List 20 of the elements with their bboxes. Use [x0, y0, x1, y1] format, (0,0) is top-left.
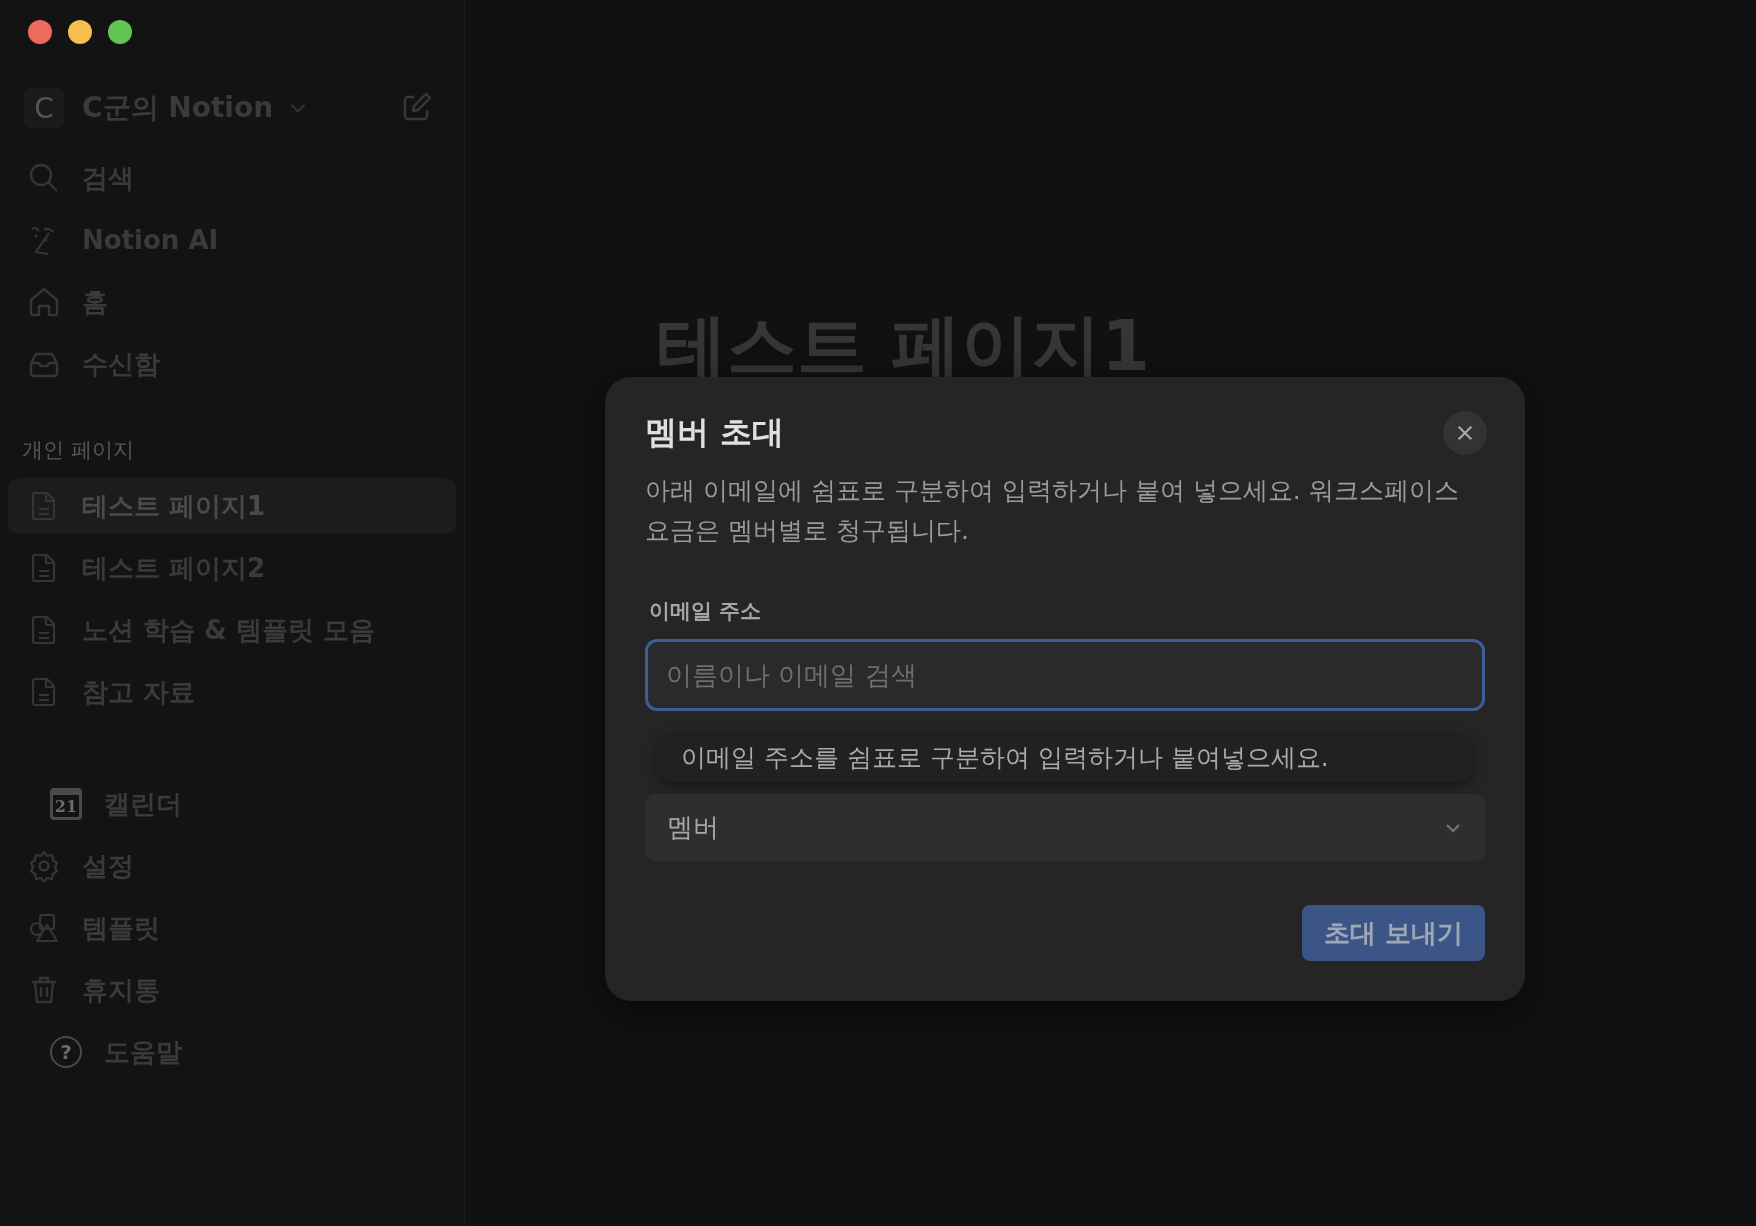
- zoom-window-button[interactable]: [108, 20, 132, 44]
- dialog-title: 멤버 초대: [645, 412, 785, 453]
- shapes-icon: [28, 912, 60, 944]
- role-dropdown[interactable]: 멤버: [645, 794, 1485, 861]
- close-icon: [1456, 424, 1474, 442]
- help-icon: ?: [50, 1036, 82, 1068]
- search-icon: [28, 162, 60, 194]
- email-search-field[interactable]: 이름이나 이메일 검색: [645, 639, 1485, 711]
- tooltip: 이메일 주소를 쉼표로 구분하여 입력하거나 붙여넣으세요.: [657, 733, 1473, 782]
- send-invite-button[interactable]: 초대 보내기: [1301, 905, 1485, 961]
- close-window-button[interactable]: [28, 20, 52, 44]
- field-label: 이메일 주소: [649, 598, 763, 625]
- home-icon: [28, 286, 60, 318]
- workspace-avatar[interactable]: C: [24, 88, 64, 128]
- minimize-window-button[interactable]: [68, 20, 92, 44]
- section-label: 개인 페이지: [22, 437, 135, 464]
- dialog-description: 아래 이메일에 쉼표로 구분하여 입력하거나 붙여 넣으세요. 워크스페이스 요금은 멤버별로 청구됩니다.: [645, 475, 1460, 547]
- calendar-icon: 21: [50, 788, 82, 820]
- close-button[interactable]: [1443, 411, 1487, 455]
- settings-icon: [28, 850, 60, 882]
